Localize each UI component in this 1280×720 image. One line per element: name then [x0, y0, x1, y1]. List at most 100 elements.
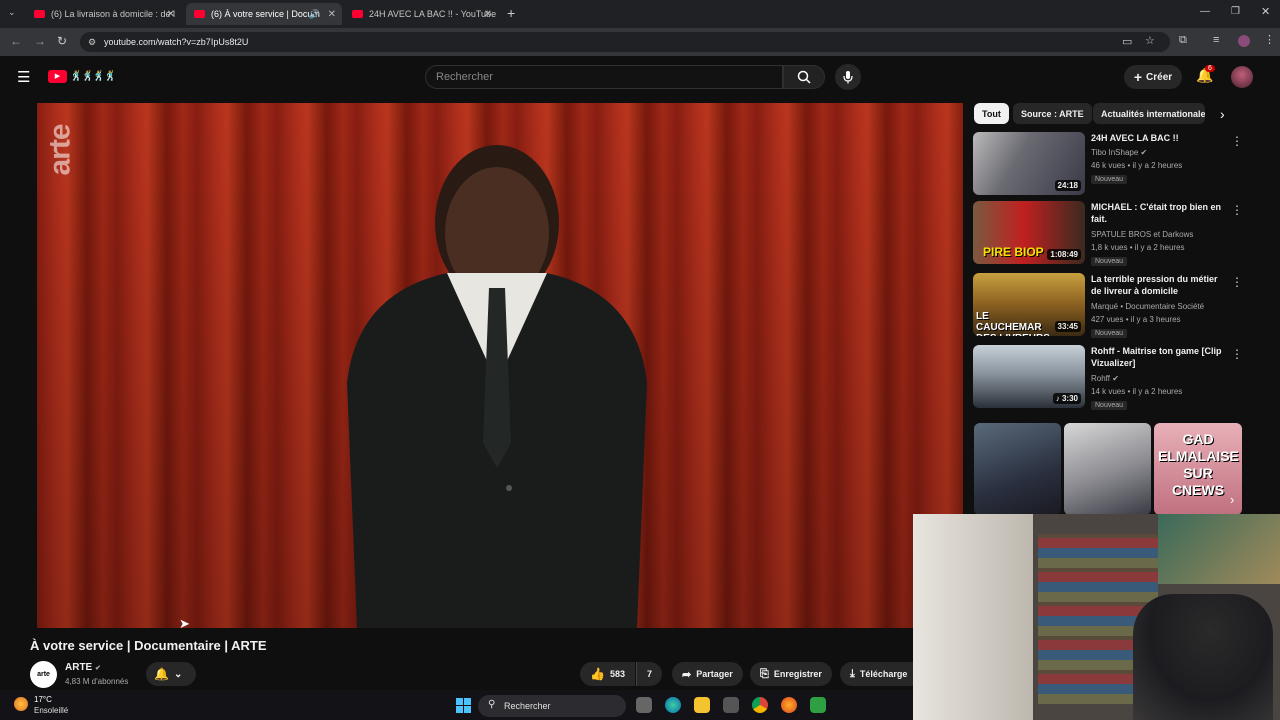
- save-button[interactable]: ⎘ Enregistrer: [750, 662, 832, 686]
- share-button[interactable]: ➦ Partager: [672, 662, 743, 686]
- doodle-figures-icon: 🕺🕺🕺🕺: [70, 70, 117, 82]
- chip-all[interactable]: Tout: [974, 103, 1009, 124]
- profile-avatar-icon[interactable]: [1238, 35, 1250, 47]
- close-tab-icon[interactable]: ✕: [328, 9, 336, 20]
- account-avatar[interactable]: [1231, 66, 1253, 88]
- wall-poster: [1158, 514, 1280, 584]
- shorts-thumbnail[interactable]: [974, 423, 1061, 515]
- chevron-right-icon[interactable]: ›: [1220, 106, 1225, 122]
- close-tab-icon[interactable]: ✕: [484, 9, 492, 20]
- recommendation-channel[interactable]: SPATULE BROS et Darkows: [1091, 230, 1229, 239]
- more-actions-icon[interactable]: ⋮: [1231, 275, 1243, 289]
- webcam-overlay: [913, 514, 1280, 720]
- search-button[interactable]: [783, 65, 825, 89]
- recommendation-meta: 14 k vues • il y a 2 heures: [1091, 387, 1183, 396]
- shorts-next-icon[interactable]: ›: [1230, 492, 1234, 507]
- notifications-button[interactable]: 🔔 6: [1196, 65, 1215, 87]
- address-bar: ← → ↻ ⚙ youtube.com/watch?v=zb7IpUs8t2U …: [0, 28, 1280, 56]
- recommendation-item[interactable]: ♪ 3:30 Rohff - Maitrise ton game [Clip V…: [973, 345, 1243, 411]
- close-window-icon[interactable]: ✕: [1261, 5, 1270, 18]
- more-actions-icon[interactable]: ⋮: [1231, 203, 1243, 217]
- edge-browser-icon[interactable]: [665, 697, 681, 713]
- weather-temperature[interactable]: 17°C: [34, 695, 52, 704]
- chrome-icon[interactable]: [752, 697, 768, 713]
- voice-search-button[interactable]: [835, 64, 861, 90]
- recommendation-meta: 46 k vues • il y a 2 heures: [1091, 161, 1183, 170]
- recommendation-channel[interactable]: Marqué • Documentaire Société: [1091, 302, 1229, 311]
- recommendation-title[interactable]: MICHAEL : C'était trop bien en fait.: [1091, 201, 1229, 225]
- audio-playing-icon[interactable]: 🔊: [309, 9, 320, 20]
- save-label: Enregistrer: [773, 669, 822, 679]
- recommendation-title[interactable]: Rohff - Maitrise ton game [Clip Vizualiz…: [1091, 345, 1229, 369]
- browser-menu-icon[interactable]: ⋮: [1264, 33, 1275, 46]
- video-thumbnail[interactable]: PIRE BIOP 1:08:49: [973, 201, 1085, 264]
- app-icon[interactable]: [810, 697, 826, 713]
- bookmark-star-icon[interactable]: ☆: [1145, 34, 1155, 47]
- new-tab-icon[interactable]: +: [507, 5, 515, 21]
- forward-icon[interactable]: →: [34, 34, 46, 48]
- recommendation-channel[interactable]: Tibo InShape ✔: [1091, 148, 1229, 157]
- shorts-thumbnail[interactable]: GAD ELMALAISE SUR CNEWS: [1154, 423, 1242, 515]
- youtube-play-logo-icon: ▶: [48, 69, 67, 83]
- more-actions-icon[interactable]: ⋮: [1231, 347, 1243, 361]
- recommendation-item[interactable]: LE CAUCHEMAR DES LIVREURS 33:45 La terri…: [973, 273, 1243, 339]
- chip-international-news[interactable]: Actualités internationale: [1093, 103, 1205, 124]
- recommendation-channel[interactable]: Rohff ✔: [1091, 374, 1229, 383]
- reload-icon[interactable]: ↻: [57, 34, 67, 48]
- recommendation-item[interactable]: 24:18 24H AVEC LA BAC !! Tibo InShape ✔ …: [973, 132, 1243, 198]
- browser-tab-1[interactable]: (6) La livraison à domicile : de l ✕: [26, 3, 181, 25]
- dislike-button[interactable]: 7: [636, 662, 663, 686]
- taskbar-search-label: Rechercher: [504, 701, 551, 711]
- extensions-icon[interactable]: ⧉: [1179, 34, 1187, 47]
- site-info-icon[interactable]: ⚙: [88, 37, 96, 48]
- video-thumbnail[interactable]: 24:18: [973, 132, 1085, 195]
- recommendation-meta: 427 vues • il y a 3 heures: [1091, 315, 1181, 324]
- recommendation-meta: 1,8 k vues • il y a 2 heures: [1091, 243, 1185, 252]
- subscriber-count: 4,83 M d'abonnés: [65, 677, 129, 686]
- duration-badge: ♪ 3:30: [1052, 393, 1081, 404]
- close-tab-icon[interactable]: ✕: [167, 9, 175, 20]
- search-input[interactable]: Rechercher: [425, 65, 783, 89]
- video-player[interactable]: arte: [37, 103, 963, 628]
- windows-start-icon[interactable]: [456, 698, 471, 713]
- new-badge: Nouveau: [1091, 329, 1128, 338]
- bookmark-icon: ⎘: [760, 667, 769, 680]
- video-thumbnail[interactable]: LE CAUCHEMAR DES LIVREURS 33:45: [973, 273, 1085, 336]
- recommendation-title[interactable]: La terrible pression du métier de livreu…: [1091, 273, 1229, 297]
- minimize-icon[interactable]: —: [1200, 6, 1210, 17]
- recommendation-item[interactable]: PIRE BIOP 1:08:49 MICHAEL : C'était trop…: [973, 201, 1243, 267]
- firefox-icon[interactable]: [781, 697, 797, 713]
- recommendation-title[interactable]: 24H AVEC LA BAC !!: [1091, 132, 1229, 144]
- youtube-logo[interactable]: ▶ 🕺🕺🕺🕺: [48, 69, 117, 83]
- weather-icon[interactable]: [14, 697, 28, 711]
- browser-tab-2[interactable]: (6) À votre service | Docum 🔊 ✕: [186, 3, 342, 25]
- microsoft-store-icon[interactable]: [723, 697, 739, 713]
- browser-tab-3[interactable]: 24H AVEC LA BAC !! - YouTube ✕: [344, 3, 498, 25]
- url-field[interactable]: ⚙ youtube.com/watch?v=zb7IpUs8t2U: [80, 32, 1170, 52]
- download-label: Télécharge: [859, 669, 908, 679]
- video-thumbnail[interactable]: ♪ 3:30: [973, 345, 1085, 408]
- tab-title: (6) À votre service | Docum: [211, 9, 320, 19]
- create-button[interactable]: + Créer: [1124, 65, 1182, 89]
- task-view-icon[interactable]: [636, 697, 652, 713]
- channel-name-text: ARTE: [65, 662, 93, 673]
- taskbar-search[interactable]: ⚲ Rechercher: [478, 695, 626, 717]
- channel-name[interactable]: ARTE ✔: [65, 662, 101, 673]
- back-icon[interactable]: ←: [10, 34, 22, 48]
- cast-icon[interactable]: ▭: [1122, 35, 1132, 48]
- verified-icon: ✔: [95, 665, 101, 672]
- browser-tab-bar: ⌄ (6) La livraison à domicile : de l ✕ (…: [0, 0, 1280, 28]
- chip-source-arte[interactable]: Source : ARTE: [1013, 103, 1092, 124]
- hamburger-menu-icon[interactable]: ☰: [17, 68, 30, 86]
- subscription-bell-button[interactable]: 🔔 ⌄: [146, 662, 196, 686]
- download-button[interactable]: ⤓ Télécharge: [840, 662, 913, 686]
- chevron-down-icon: ⌄: [173, 668, 183, 680]
- shorts-thumbnail[interactable]: [1064, 423, 1151, 515]
- channel-avatar[interactable]: arte: [30, 661, 57, 688]
- restore-icon[interactable]: ❐: [1231, 6, 1240, 17]
- tab-list-icon[interactable]: ⌄: [8, 7, 16, 18]
- more-actions-icon[interactable]: ⋮: [1231, 134, 1243, 148]
- like-button[interactable]: 👍 583: [580, 662, 635, 686]
- file-explorer-icon[interactable]: [694, 697, 710, 713]
- media-control-icon[interactable]: ≡: [1213, 34, 1219, 46]
